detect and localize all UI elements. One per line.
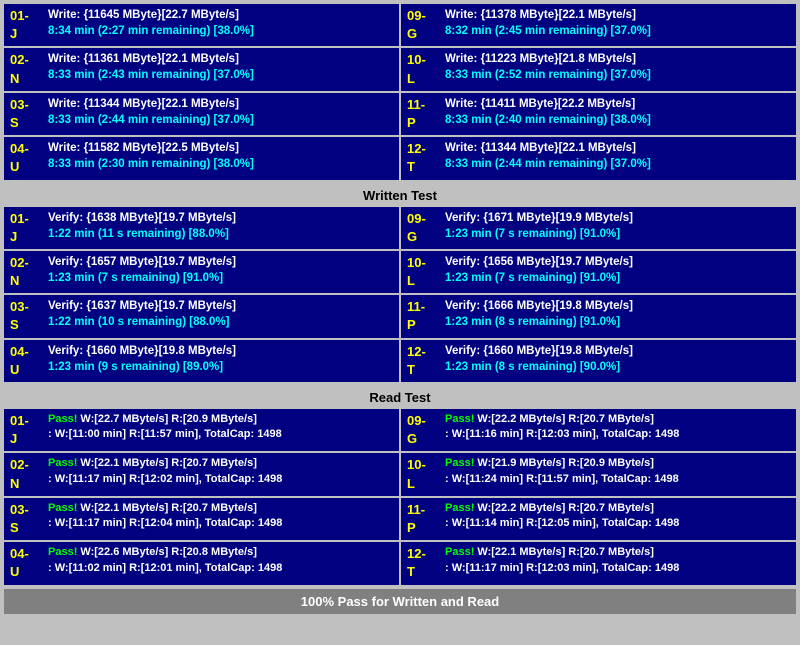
write-cell-12t: Write: {11344 MByte}[22.1 MByte/s] 8:33 … — [439, 137, 796, 179]
write-cell-01j: Write: {11645 MByte}[22.7 MByte/s] 8:34 … — [42, 4, 399, 46]
read-left-col: 01-J Pass! W:[22.7 MByte/s] R:[20.9 MByt… — [4, 409, 399, 587]
read-grid: 01-J Pass! W:[22.7 MByte/s] R:[20.9 MByt… — [4, 409, 796, 587]
device-id-02n-write: 02-N — [4, 48, 42, 90]
write-cell-04u: Write: {11582 MByte}[22.5 MByte/s] 8:33 … — [42, 137, 399, 179]
device-id-02n-read: 02-N — [4, 453, 42, 495]
device-id-10l-verify: 10-L — [401, 251, 439, 293]
device-id-02n-verify: 02-N — [4, 251, 42, 293]
read-cell-10l: Pass! W:[21.9 MByte/s] R:[20.9 MByte/s] … — [439, 453, 796, 495]
write-cell-03s: Write: {11344 MByte}[22.1 MByte/s] 8:33 … — [42, 93, 399, 135]
device-id-04u-verify: 04-U — [4, 340, 42, 382]
read-cell-11p: Pass! W:[22.2 MByte/s] R:[20.7 MByte/s] … — [439, 498, 796, 540]
footer-status: 100% Pass for Written and Read — [4, 589, 796, 614]
verify-cell-09g: Verify: {1671 MByte}[19.9 MByte/s] 1:23 … — [439, 207, 796, 249]
write-grid: 01-J Write: {11645 MByte}[22.7 MByte/s] … — [4, 4, 796, 182]
device-id-09g-read: 09-G — [401, 409, 439, 451]
write-cell-02n: Write: {11361 MByte}[22.1 MByte/s] 8:33 … — [42, 48, 399, 90]
read-cell-02n: Pass! W:[22.1 MByte/s] R:[20.7 MByte/s] … — [42, 453, 399, 495]
write-section: 01-J Write: {11645 MByte}[22.7 MByte/s] … — [4, 4, 796, 182]
device-id-01j-verify: 01-J — [4, 207, 42, 249]
read-right-col: 09-G Pass! W:[22.2 MByte/s] R:[20.7 MByt… — [401, 409, 796, 587]
read-section: 01-J Pass! W:[22.7 MByte/s] R:[20.9 MByt… — [4, 409, 796, 587]
verify-cell-12t: Verify: {1660 MByte}[19.8 MByte/s] 1:23 … — [439, 340, 796, 382]
main-container: 01-J Write: {11645 MByte}[22.7 MByte/s] … — [0, 0, 800, 618]
device-id-04u-write: 04-U — [4, 137, 42, 179]
device-id-01j-write: 01-J — [4, 4, 42, 46]
verify-section: 01-J Verify: {1638 MByte}[19.7 MByte/s] … — [4, 207, 796, 385]
device-id-09g-write: 09-G — [401, 4, 439, 46]
read-cell-12t: Pass! W:[22.1 MByte/s] R:[20.7 MByte/s] … — [439, 542, 796, 584]
verify-right-col: 09-G Verify: {1671 MByte}[19.9 MByte/s] … — [401, 207, 796, 385]
read-cell-09g: Pass! W:[22.2 MByte/s] R:[20.7 MByte/s] … — [439, 409, 796, 451]
device-id-11p-read: 11-P — [401, 498, 439, 540]
verify-cell-10l: Verify: {1656 MByte}[19.7 MByte/s] 1:23 … — [439, 251, 796, 293]
read-cell-04u: Pass! W:[22.6 MByte/s] R:[20.8 MByte/s] … — [42, 542, 399, 584]
device-id-12t-write: 12-T — [401, 137, 439, 179]
device-id-03s-read: 03-S — [4, 498, 42, 540]
verify-cell-03s: Verify: {1637 MByte}[19.7 MByte/s] 1:22 … — [42, 295, 399, 337]
write-left-col: 01-J Write: {11645 MByte}[22.7 MByte/s] … — [4, 4, 399, 182]
read-test-label: Read Test — [4, 386, 796, 409]
verify-cell-02n: Verify: {1657 MByte}[19.7 MByte/s] 1:23 … — [42, 251, 399, 293]
device-id-11p-verify: 11-P — [401, 295, 439, 337]
verify-cell-04u: Verify: {1660 MByte}[19.8 MByte/s] 1:23 … — [42, 340, 399, 382]
device-id-11p-write: 11-P — [401, 93, 439, 135]
device-id-04u-read: 04-U — [4, 542, 42, 584]
device-id-01j-read: 01-J — [4, 409, 42, 451]
verify-cell-11p: Verify: {1666 MByte}[19.8 MByte/s] 1:23 … — [439, 295, 796, 337]
device-id-10l-read: 10-L — [401, 453, 439, 495]
write-cell-10l: Write: {11223 MByte}[21.8 MByte/s] 8:33 … — [439, 48, 796, 90]
device-id-12t-verify: 12-T — [401, 340, 439, 382]
write-right-col: 09-G Write: {11378 MByte}[22.1 MByte/s] … — [401, 4, 796, 182]
written-test-label: Written Test — [4, 184, 796, 207]
device-id-10l-write: 10-L — [401, 48, 439, 90]
verify-cell-01j: Verify: {1638 MByte}[19.7 MByte/s] 1:22 … — [42, 207, 399, 249]
read-cell-01j: Pass! W:[22.7 MByte/s] R:[20.9 MByte/s] … — [42, 409, 399, 451]
device-id-09g-verify: 09-G — [401, 207, 439, 249]
device-id-03s-verify: 03-S — [4, 295, 42, 337]
read-cell-03s: Pass! W:[22.1 MByte/s] R:[20.7 MByte/s] … — [42, 498, 399, 540]
verify-left-col: 01-J Verify: {1638 MByte}[19.7 MByte/s] … — [4, 207, 399, 385]
write-cell-11p: Write: {11411 MByte}[22.2 MByte/s] 8:33 … — [439, 93, 796, 135]
write-cell-09g: Write: {11378 MByte}[22.1 MByte/s] 8:32 … — [439, 4, 796, 46]
device-id-03s-write: 03-S — [4, 93, 42, 135]
verify-grid: 01-J Verify: {1638 MByte}[19.7 MByte/s] … — [4, 207, 796, 385]
device-id-12t-read: 12-T — [401, 542, 439, 584]
